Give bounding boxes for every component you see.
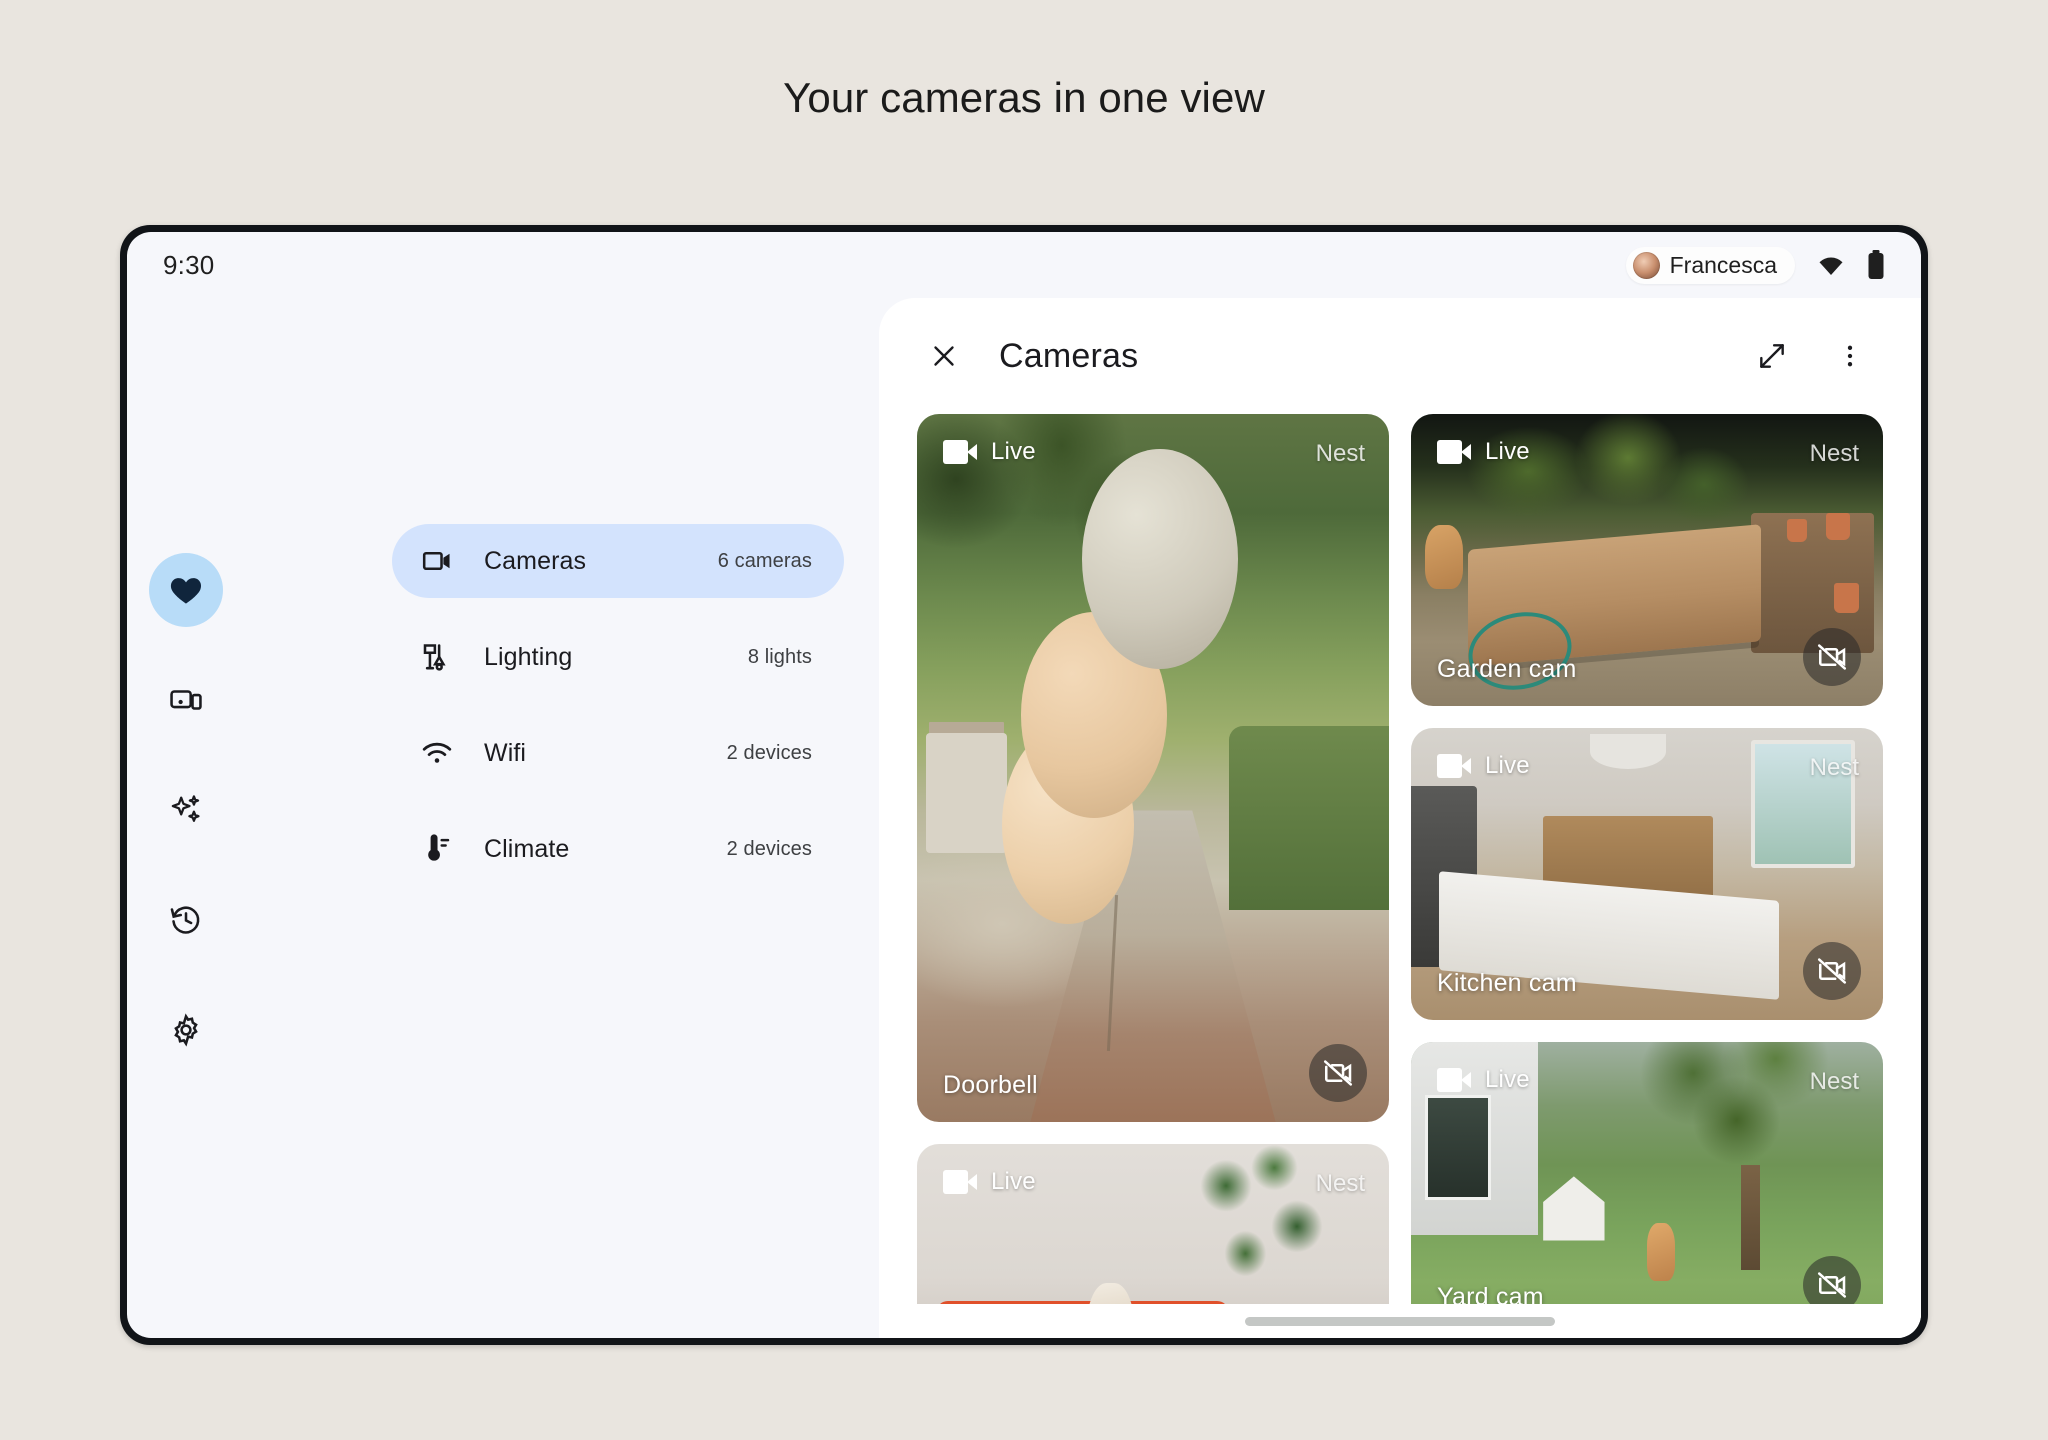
tablet-screen: 9:30 Francesca	[127, 232, 1921, 1338]
camera-tile-doorbell[interactable]: Live Nest Doorbell	[917, 414, 1389, 1122]
video-camera-icon	[420, 544, 454, 578]
live-label: Live	[991, 438, 1036, 466]
live-badge: Live	[943, 1168, 1036, 1196]
brand-label: Nest	[1316, 440, 1365, 468]
rail-item-devices[interactable]	[149, 663, 223, 737]
nav-item-label: Lighting	[484, 643, 748, 672]
camera-grid: Live Nest Doorbell	[879, 414, 1921, 1304]
status-time: 9:30	[163, 250, 214, 281]
cameras-panel-title: Cameras	[999, 337, 1717, 376]
nav-item-meta: 6 cameras	[718, 550, 812, 573]
camera-off-icon[interactable]	[1309, 1044, 1367, 1102]
brand-label: Nest	[1810, 440, 1859, 468]
sparkles-icon	[169, 793, 203, 827]
expand-icon[interactable]	[1749, 333, 1795, 379]
more-vertical-icon[interactable]	[1827, 333, 1873, 379]
cameras-panel-header: Cameras	[879, 298, 1921, 414]
camera-off-icon[interactable]	[1803, 628, 1861, 686]
camera-off-icon[interactable]	[1803, 942, 1861, 1000]
live-badge: Live	[943, 438, 1036, 466]
live-badge: Live	[1437, 752, 1530, 780]
camera-grid-column-left: Live Nest Doorbell	[917, 414, 1389, 1304]
brand-label: Nest	[1810, 754, 1859, 782]
status-bar: 9:30 Francesca	[127, 232, 1921, 298]
wifi-icon	[1815, 253, 1847, 277]
nav-item-lighting[interactable]: Lighting 8 lights	[392, 620, 844, 694]
live-camera-icon	[1437, 1068, 1471, 1092]
camera-tile-kitchen-cam[interactable]: Live Nest Kitchen cam	[1411, 728, 1883, 1020]
home-indicator[interactable]	[1245, 1317, 1555, 1326]
camera-tile-garden-cam[interactable]: Live Nest Garden cam	[1411, 414, 1883, 706]
camera-feed-image	[917, 414, 1389, 1122]
home-indicator-area	[879, 1304, 1921, 1338]
live-label: Live	[1485, 438, 1530, 466]
live-camera-icon	[943, 1170, 977, 1194]
user-account-chip[interactable]: Francesca	[1626, 247, 1795, 284]
left-icon-rail	[127, 298, 245, 1338]
nav-item-wifi[interactable]: Wifi 2 devices	[392, 716, 844, 790]
nav-item-meta: 2 devices	[727, 742, 812, 765]
wifi-icon	[420, 736, 454, 770]
rail-item-history[interactable]	[149, 883, 223, 957]
lamp-icon	[420, 640, 454, 674]
live-label: Live	[1485, 752, 1530, 780]
nav-item-label: Climate	[484, 835, 727, 864]
camera-name-label: Garden cam	[1437, 655, 1577, 684]
camera-tile-living-room[interactable]: Live Nest	[917, 1144, 1389, 1304]
nav-item-label: Cameras	[484, 547, 718, 576]
history-icon	[169, 903, 203, 937]
rail-item-favorites[interactable]	[149, 553, 223, 627]
live-badge: Live	[1437, 438, 1530, 466]
live-label: Live	[991, 1168, 1036, 1196]
heart-icon	[168, 572, 204, 608]
devices-icon	[169, 683, 203, 717]
camera-tile-yard-cam[interactable]: Live Nest Yard cam	[1411, 1042, 1883, 1304]
cameras-panel: Cameras	[879, 298, 1921, 1338]
gear-icon	[169, 1013, 203, 1047]
camera-name-label: Doorbell	[943, 1071, 1038, 1100]
camera-grid-column-right: Live Nest Garden cam	[1411, 414, 1883, 1304]
brand-label: Nest	[1810, 1068, 1859, 1096]
nav-item-meta: 2 devices	[727, 838, 812, 861]
nav-item-climate[interactable]: Climate 2 devices	[392, 812, 844, 886]
live-label: Live	[1485, 1066, 1530, 1094]
tablet-device-frame: 9:30 Francesca	[120, 225, 1928, 1345]
live-camera-icon	[943, 440, 977, 464]
rail-item-settings[interactable]	[149, 993, 223, 1067]
camera-name-label: Kitchen cam	[1437, 969, 1577, 998]
nav-item-meta: 8 lights	[748, 646, 812, 669]
status-bar-right: Francesca	[1626, 247, 1885, 284]
close-icon[interactable]	[921, 333, 967, 379]
page-title: Your cameras in one view	[0, 0, 2048, 122]
user-name: Francesca	[1670, 252, 1777, 279]
brand-label: Nest	[1316, 1170, 1365, 1198]
thermostat-icon	[420, 832, 454, 866]
nav-item-cameras[interactable]: Cameras 6 cameras	[392, 524, 844, 598]
camera-name-label: Yard cam	[1437, 1283, 1544, 1304]
live-camera-icon	[1437, 440, 1471, 464]
live-camera-icon	[1437, 754, 1471, 778]
category-nav-list: Cameras 6 cameras Lighting 8 lights	[392, 524, 844, 908]
live-badge: Live	[1437, 1066, 1530, 1094]
avatar	[1633, 252, 1660, 279]
rail-item-automations[interactable]	[149, 773, 223, 847]
nav-item-label: Wifi	[484, 739, 727, 768]
battery-icon	[1867, 250, 1885, 280]
